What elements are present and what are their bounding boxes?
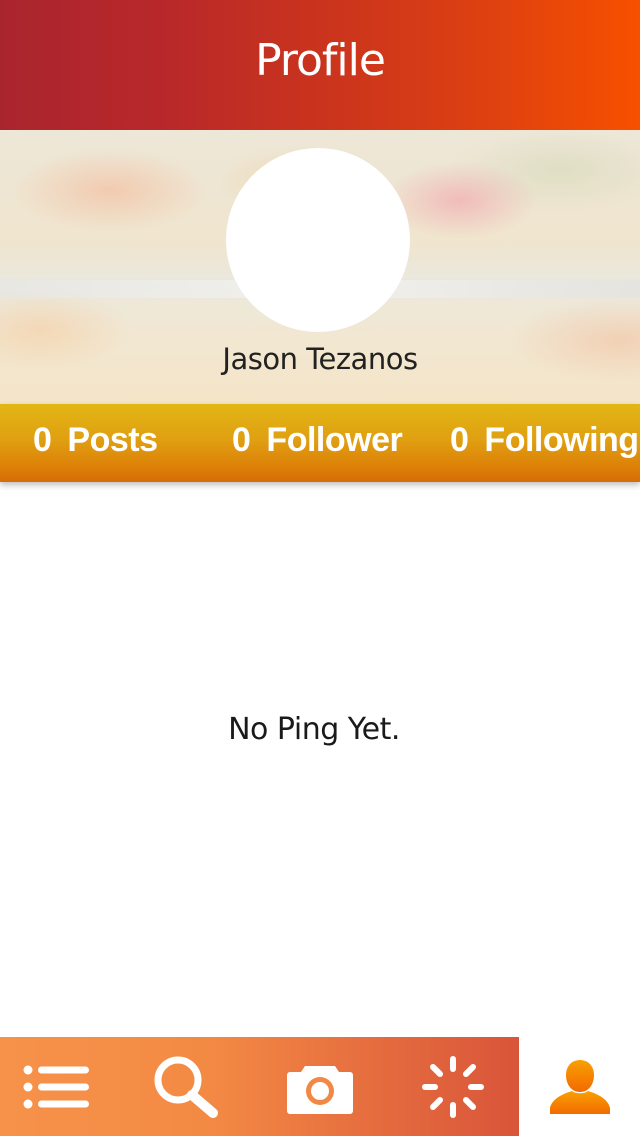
profile-name: Jason Tezanos (222, 342, 418, 376)
page-title: Profile (255, 34, 386, 86)
tab-profile[interactable] (519, 1037, 640, 1136)
following-count: 0 (450, 421, 469, 459)
follower-count: 0 (232, 421, 251, 459)
tab-activity[interactable] (392, 1037, 514, 1136)
list-icon (23, 1065, 89, 1108)
tab-camera[interactable] (258, 1037, 382, 1136)
posts-count: 0 (33, 421, 52, 459)
empty-state-message: No Ping Yet. (228, 712, 400, 747)
nav-header: Profile (0, 0, 640, 130)
activity-spinner-icon (422, 1055, 484, 1118)
camera-icon (287, 1065, 353, 1114)
stats-bar: 0 Posts 0 Follower 0 Following (0, 404, 640, 482)
cover-photo: Jason Tezanos (0, 130, 640, 404)
follower-label: Follower (266, 421, 403, 459)
following-stat[interactable]: 0 Following (450, 420, 639, 460)
user-icon (549, 1059, 610, 1114)
tab-feed[interactable] (0, 1037, 112, 1136)
following-label: Following (484, 421, 639, 459)
tab-bar (0, 1037, 640, 1136)
profile-screen: Profile Jason Tezanos 0 Posts 0 Follower 0… (0, 0, 640, 1136)
search-icon (154, 1056, 218, 1118)
follower-stat[interactable]: 0 Follower (232, 420, 403, 460)
posts-label: Posts (67, 421, 158, 459)
posts-stat[interactable]: 0 Posts (33, 420, 158, 460)
tab-search[interactable] (128, 1037, 244, 1136)
avatar[interactable] (226, 148, 410, 332)
